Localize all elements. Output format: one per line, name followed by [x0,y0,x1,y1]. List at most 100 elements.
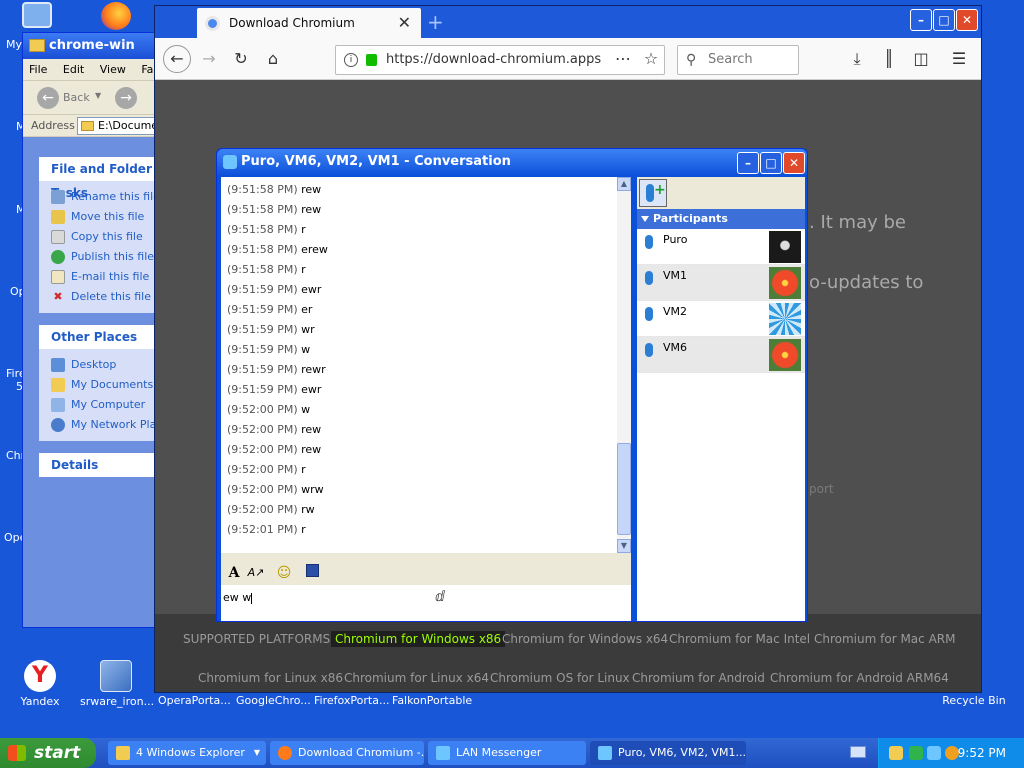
explorer-titlebar[interactable]: chrome-win [23,33,161,59]
plus-icon[interactable]: + [427,10,444,34]
message-input[interactable]: ew w ⅆ [221,585,631,621]
messenger-tray-icon[interactable] [927,746,941,760]
save-icon[interactable] [303,564,321,582]
place-my-documents[interactable]: My Documents [51,375,161,395]
back-arrow-icon[interactable]: ← [37,87,59,109]
explorer-task-pane: File and Folder Tasks Rename this file M… [23,137,161,627]
details-title[interactable]: Details [39,453,161,477]
message-text: ewr [301,383,322,396]
task-email[interactable]: E-mail this file [51,267,161,287]
menu-favorites[interactable]: Fa [141,63,153,76]
conversation-window[interactable]: Puro, VM6, VM2, VM1 - Conversation – □ ✕… [216,148,808,622]
download-icon[interactable]: ⤓ [845,47,869,71]
participant-item[interactable]: Puro [637,229,805,265]
task-windows-explorer[interactable]: 4 Windows Explorer ▼ [108,741,266,765]
format-toolbar: A A↗ ☺ [221,561,631,585]
pane-splitter[interactable] [221,553,631,561]
chevron-down-icon[interactable]: ▼ [95,91,101,100]
bookmark-star-icon[interactable]: ☆ [639,47,663,71]
network-icon[interactable] [909,746,923,760]
scroll-down-icon[interactable]: ▼ [617,539,631,553]
platform-link[interactable]: Chromium for Mac ARM [814,632,955,646]
platform-link[interactable]: Chromium for Android [632,671,765,685]
platform-link[interactable]: Chromium for Windows x64 [502,632,668,646]
chat-message: (9:52:00 PM) rew [227,423,321,436]
place-my-network[interactable]: My Network Places [51,415,161,435]
platform-link[interactable]: Chromium OS for Linux [490,671,630,685]
task-publish[interactable]: Publish this file to the Web [51,247,161,267]
smiley-icon[interactable]: ☺ [275,564,293,582]
info-icon[interactable]: i [344,53,358,67]
desktop-icon-yandex[interactable]: Y Yandex [4,660,76,708]
start-button[interactable]: start [0,738,96,768]
clock[interactable]: 9:52 PM [958,738,1006,768]
back-icon[interactable]: ← [163,45,191,73]
place-desktop[interactable]: Desktop [51,355,161,375]
desktop-icon-operaportable[interactable]: OperaPorta... [158,694,231,707]
task-copy[interactable]: Copy this file [51,227,161,247]
maximize-button[interactable]: □ [760,152,782,174]
shield-icon[interactable] [889,746,903,760]
task-conversation[interactable]: Puro, VM6, VM2, VM1... [590,741,746,765]
message-text: rew [301,183,322,196]
participant-item[interactable]: VM2 [637,301,805,337]
scroll-up-icon[interactable]: ▲ [617,177,631,191]
forward-icon[interactable]: → [197,47,221,71]
font-color-icon[interactable]: A↗ [247,564,265,582]
task-move[interactable]: Move this file [51,207,161,227]
library-icon[interactable]: ║ [877,47,901,71]
message-time: (9:51:58 PM) [227,183,298,196]
desktop-icon-falkonportable[interactable]: FalkonPortable [392,694,472,707]
message-text: rew [301,443,322,456]
task-download-chromium[interactable]: Download Chromium -... [270,741,424,765]
address-field[interactable]: E:\Documents [77,117,161,135]
close-button[interactable]: ✕ [956,9,978,31]
participants-header[interactable]: Participants [637,209,805,229]
close-icon[interactable]: ✕ [398,8,411,38]
desktop-icon-recycle-bin[interactable]: Recycle Bin [938,694,1010,707]
place-my-computer[interactable]: My Computer [51,395,161,415]
chat-scrollbar[interactable]: ▲ ▼ [617,177,631,553]
other-places-title[interactable]: Other Places [39,325,161,349]
desktop-icon-computer[interactable] [2,2,72,31]
search-input[interactable]: ⚲ Search [677,45,799,75]
platform-link[interactable]: Chromium for Linux x86 [198,671,343,685]
tab-download-chromium[interactable]: Download Chromium ✕ [197,8,421,38]
menu-file[interactable]: File [29,63,47,76]
minimize-button[interactable]: – [737,152,759,174]
task-delete[interactable]: ✖ Delete this file [51,287,161,307]
hamburger-menu-icon[interactable]: ☰ [947,47,971,71]
menu-edit[interactable]: Edit [63,63,84,76]
desktop-icon-firefox[interactable] [80,2,152,33]
keyboard-icon[interactable] [850,746,866,758]
task-rename[interactable]: Rename this file [51,187,161,207]
desktop-icon-srware-iron[interactable]: srware_iron... [80,660,154,708]
add-participant-icon[interactable]: + [639,179,667,207]
desktop-icon-googlechromeportable[interactable]: GoogleChro... [236,694,311,707]
maximize-button[interactable]: □ [933,9,955,31]
menu-view[interactable]: View [100,63,126,76]
task-lan-messenger[interactable]: LAN Messenger [428,741,586,765]
platform-link[interactable]: Chromium for Linux x64 [344,671,489,685]
conversation-titlebar[interactable]: Puro, VM6, VM2, VM1 - Conversation – □ ✕ [217,149,807,175]
participant-item[interactable]: VM1 [637,265,805,301]
scrollbar-thumb[interactable] [617,443,631,535]
close-button[interactable]: ✕ [783,152,805,174]
forward-arrow-icon[interactable]: → [115,87,137,109]
file-tasks-title[interactable]: File and Folder Tasks [39,157,161,200]
place-label: My Computer [71,398,146,411]
platform-link[interactable]: Chromium for Windows x86 [331,631,506,647]
minimize-button[interactable]: – [910,9,932,31]
chat-history[interactable]: (9:51:58 PM) rew (9:51:58 PM) rew (9:51:58… [221,177,631,553]
explorer-window[interactable]: chrome-win File Edit View Fa ← Back ▼ → … [22,32,162,628]
sidebar-icon[interactable]: ◫ [909,47,933,71]
reload-icon[interactable]: ↻ [229,47,253,71]
platform-link[interactable]: Chromium for Mac Intel [669,632,810,646]
desktop-icon-firefoxportable[interactable]: FirefoxPorta... [314,694,389,707]
back-label[interactable]: Back [63,91,90,104]
platform-link[interactable]: Chromium for Android ARM64 [770,671,949,685]
participant-item[interactable]: VM6 [637,337,805,373]
page-actions-icon[interactable]: ⋯ [611,47,635,71]
font-icon[interactable]: A [225,564,243,582]
home-icon[interactable]: ⌂ [261,47,285,71]
